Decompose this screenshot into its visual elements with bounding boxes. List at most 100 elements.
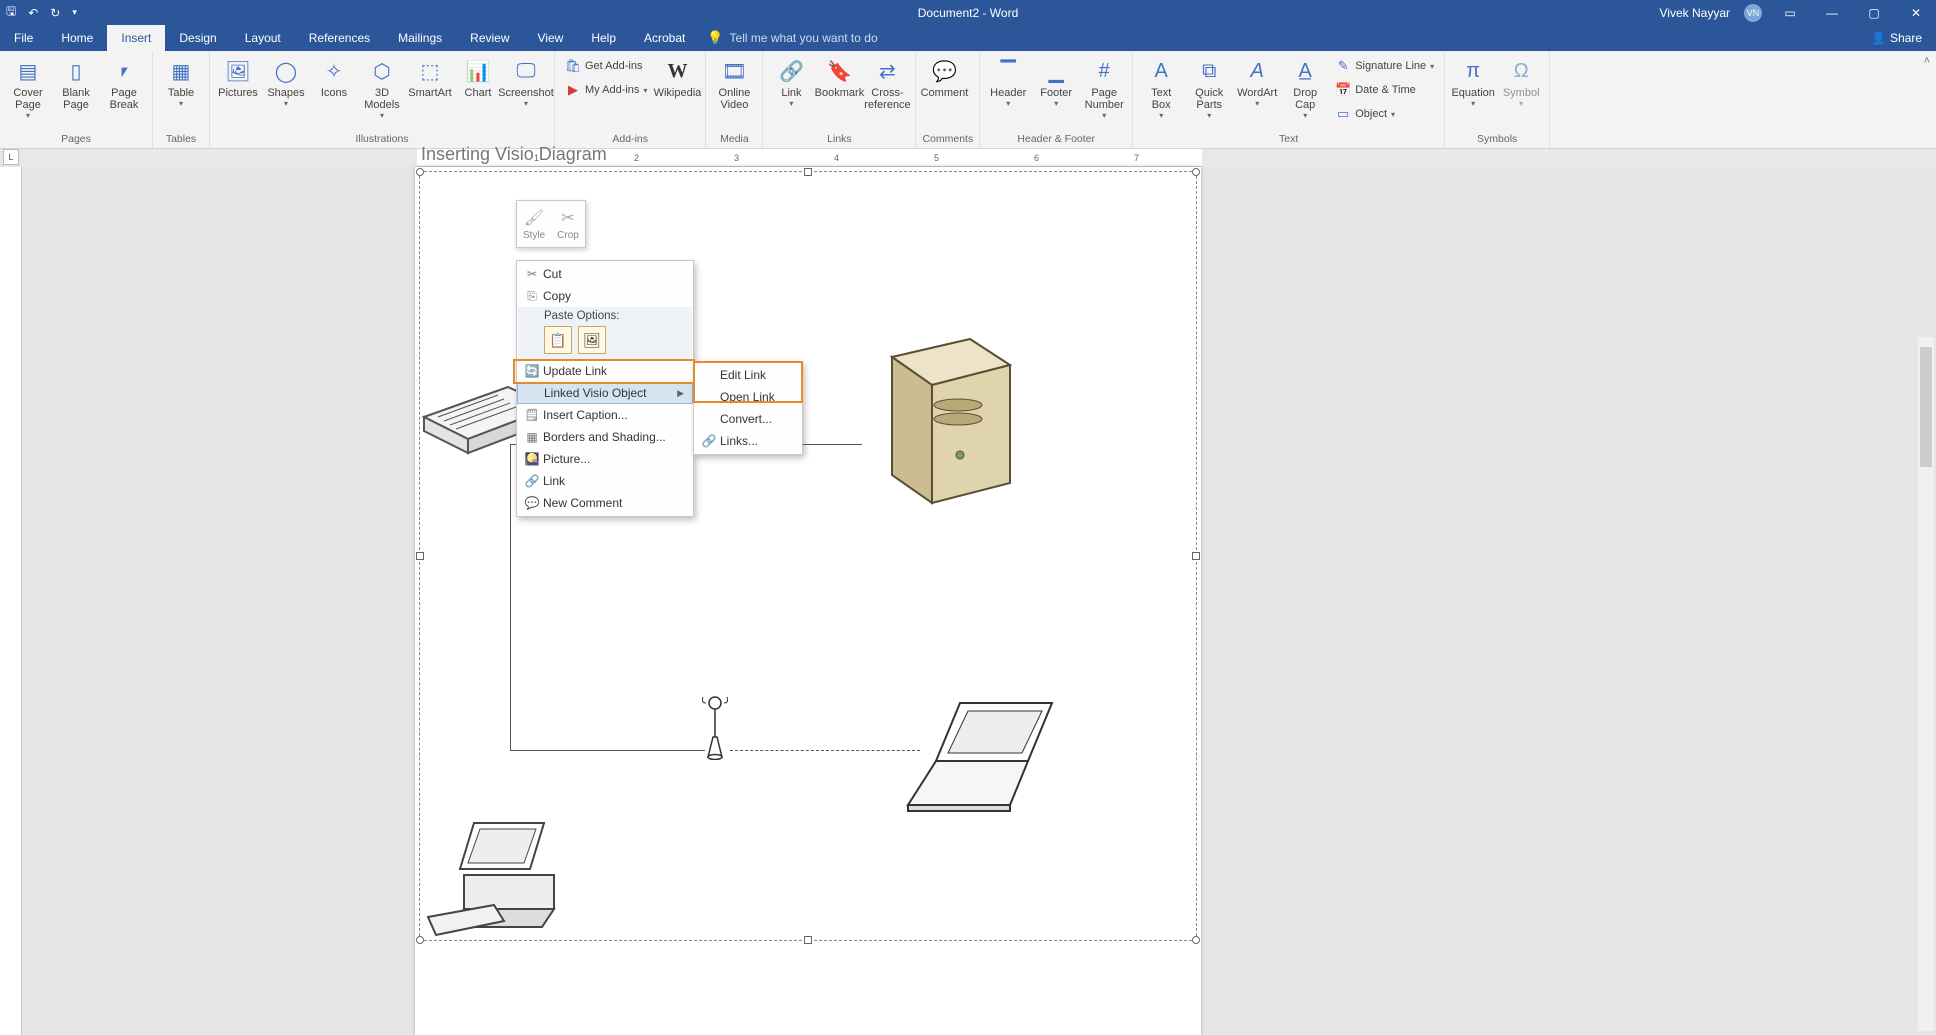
- tab-view[interactable]: View: [524, 25, 578, 51]
- resize-handle[interactable]: [1192, 168, 1200, 176]
- ribbon: ▤CoverPage▾ ▯BlankPage ⎖PageBreak Pages …: [0, 51, 1936, 149]
- quickparts-button[interactable]: ⧉QuickParts▾: [1187, 55, 1231, 129]
- scrollbar-thumb[interactable]: [1920, 347, 1932, 467]
- smartart-button[interactable]: ⬚SmartArt: [408, 55, 452, 129]
- get-addins-button[interactable]: 🛍Get Add-ins: [561, 55, 651, 77]
- group-label-tables: Tables: [159, 131, 203, 148]
- screenshot-button[interactable]: 🖵Screenshot▾: [504, 55, 548, 129]
- share-label: Share: [1890, 31, 1922, 45]
- group-comments: 💬Comment Comments: [916, 51, 980, 148]
- tab-layout[interactable]: Layout: [231, 25, 295, 51]
- bookmark-button[interactable]: 🔖Bookmark: [817, 55, 861, 129]
- link-icon: 🔗: [521, 474, 543, 488]
- document-canvas: Inserting Visio Diagram: [0, 167, 1936, 1035]
- sub-open-link[interactable]: Open Link: [694, 386, 802, 408]
- resize-handle[interactable]: [416, 936, 424, 944]
- object-button[interactable]: ▭Object ▾: [1331, 103, 1438, 125]
- ctx-copy[interactable]: ⎘Copy: [517, 285, 693, 307]
- signature-line-button[interactable]: ✎Signature Line ▾: [1331, 55, 1438, 77]
- ctx-link[interactable]: 🔗Link: [517, 470, 693, 492]
- table-button[interactable]: ▦Table▾: [159, 55, 203, 129]
- dropcap-button[interactable]: A̲DropCap▾: [1283, 55, 1327, 129]
- mini-style-button[interactable]: 🖌Style: [517, 201, 551, 247]
- page-break-button[interactable]: ⎖PageBreak: [102, 55, 146, 129]
- resize-handle[interactable]: [416, 168, 424, 176]
- vertical-ruler[interactable]: [0, 167, 22, 1035]
- resize-handle[interactable]: [1192, 552, 1200, 560]
- equation-button[interactable]: πEquation▾: [1451, 55, 1495, 129]
- resize-handle[interactable]: [804, 168, 812, 176]
- tab-selector[interactable]: L: [3, 149, 19, 165]
- share-icon: 👤: [1871, 31, 1886, 45]
- sub-links[interactable]: 🔗Links...: [694, 430, 802, 452]
- save-icon[interactable]: 🖫: [6, 2, 16, 23]
- close-icon[interactable]: ✕: [1902, 6, 1930, 20]
- tab-help[interactable]: Help: [577, 25, 630, 51]
- crop-icon: ✂: [561, 208, 574, 228]
- ctx-insert-caption[interactable]: 🗒Insert Caption...: [517, 404, 693, 426]
- tab-design[interactable]: Design: [165, 25, 230, 51]
- link-button[interactable]: 🔗Link▾: [769, 55, 813, 129]
- qat-customize-icon[interactable]: ▾: [72, 7, 77, 18]
- ribbon-tabs: File Home Insert Design Layout Reference…: [0, 25, 1936, 51]
- horizontal-ruler[interactable]: 1234567: [22, 149, 1936, 167]
- paste-option-keep-formatting[interactable]: 📋: [544, 326, 572, 354]
- ctx-update-link[interactable]: 🔄Update Link: [517, 360, 693, 382]
- document-title: Document2 - Word: [918, 6, 1018, 20]
- ctx-cut[interactable]: ✂Cut: [517, 263, 693, 285]
- mini-crop-button[interactable]: ✂Crop: [551, 201, 585, 247]
- paste-option-picture[interactable]: 🖼: [578, 326, 606, 354]
- resize-handle[interactable]: [416, 552, 424, 560]
- sub-convert[interactable]: Convert...: [694, 408, 802, 430]
- tellme-input[interactable]: Tell me what you want to do: [730, 31, 878, 45]
- datetime-button[interactable]: 📅Date & Time: [1331, 79, 1438, 101]
- chart-button[interactable]: 📊Chart: [456, 55, 500, 129]
- shapes-button[interactable]: ◯Shapes▾: [264, 55, 308, 129]
- ctx-new-comment[interactable]: 💬New Comment: [517, 492, 693, 514]
- online-video-button[interactable]: 🎞OnlineVideo: [712, 55, 756, 129]
- resize-handle[interactable]: [804, 936, 812, 944]
- collapse-ribbon-icon[interactable]: ˄: [1924, 51, 1936, 148]
- cover-page-button[interactable]: ▤CoverPage▾: [6, 55, 50, 129]
- ctx-picture[interactable]: 🎑Picture...: [517, 448, 693, 470]
- tab-file[interactable]: File: [0, 25, 47, 51]
- undo-icon[interactable]: ↶: [28, 6, 38, 20]
- group-text: ATextBox▾ ⧉QuickParts▾ AWordArt▾ A̲DropC…: [1133, 51, 1445, 148]
- tab-mailings[interactable]: Mailings: [384, 25, 456, 51]
- group-label-links: Links: [769, 131, 909, 148]
- my-addins-button[interactable]: ▶My Add-ins ▾: [561, 79, 651, 101]
- blank-page-button[interactable]: ▯BlankPage: [54, 55, 98, 129]
- tab-references[interactable]: References: [295, 25, 384, 51]
- 3dmodels-button[interactable]: ⬡3DModels▾: [360, 55, 404, 129]
- minimize-icon[interactable]: —: [1818, 6, 1846, 20]
- textbox-button[interactable]: ATextBox▾: [1139, 55, 1183, 129]
- user-name[interactable]: Vivek Nayyar: [1660, 6, 1730, 20]
- ribbon-display-icon[interactable]: ▭: [1776, 6, 1804, 20]
- tab-insert[interactable]: Insert: [107, 25, 165, 51]
- vertical-scrollbar[interactable]: [1918, 337, 1934, 1031]
- pictures-button[interactable]: 🖼Pictures: [216, 55, 260, 129]
- header-button[interactable]: ▔Header▾: [986, 55, 1030, 129]
- redo-icon[interactable]: ↻: [50, 6, 60, 20]
- group-label-symbols: Symbols: [1451, 131, 1543, 148]
- tab-review[interactable]: Review: [456, 25, 523, 51]
- symbol-button[interactable]: ΩSymbol▾: [1499, 55, 1543, 129]
- ctx-linked-visio-object[interactable]: Linked Visio Object▶: [517, 382, 693, 404]
- resize-handle[interactable]: [1192, 936, 1200, 944]
- sub-edit-link[interactable]: Edit Link: [694, 364, 802, 386]
- user-avatar[interactable]: VN: [1744, 4, 1762, 22]
- maximize-icon[interactable]: ▢: [1860, 6, 1888, 20]
- wordart-button[interactable]: AWordArt▾: [1235, 55, 1279, 129]
- comment-button[interactable]: 💬Comment: [922, 55, 966, 129]
- icons-button[interactable]: ✧Icons: [312, 55, 356, 129]
- share-button[interactable]: 👤 Share: [1857, 25, 1936, 51]
- pagenumber-button[interactable]: #PageNumber▾: [1082, 55, 1126, 129]
- footer-button[interactable]: ▁Footer▾: [1034, 55, 1078, 129]
- tab-home[interactable]: Home: [47, 25, 107, 51]
- wikipedia-button[interactable]: WWikipedia: [655, 55, 699, 129]
- tab-acrobat[interactable]: Acrobat: [630, 25, 699, 51]
- crossref-button[interactable]: ⇄Cross-reference: [865, 55, 909, 129]
- group-links: 🔗Link▾ 🔖Bookmark ⇄Cross-reference Links: [763, 51, 916, 148]
- ctx-borders-shading[interactable]: ▦Borders and Shading...: [517, 426, 693, 448]
- diagram-connector: [510, 750, 705, 751]
